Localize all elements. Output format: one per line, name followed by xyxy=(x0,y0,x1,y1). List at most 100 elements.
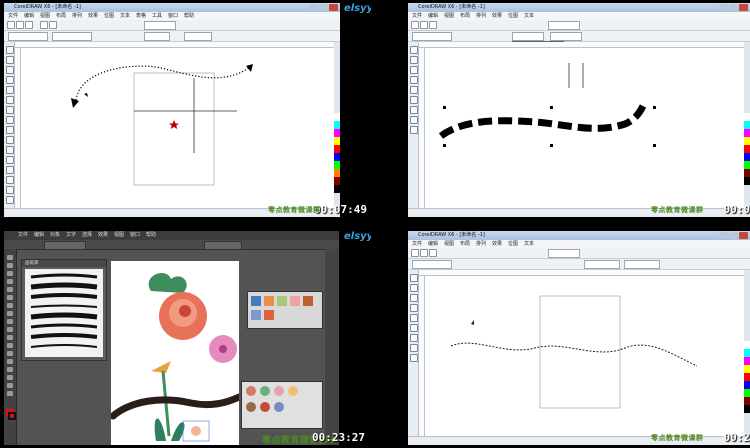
menu-effect[interactable]: 效果 xyxy=(98,231,108,240)
swatch-red[interactable] xyxy=(744,145,750,153)
save-icon[interactable] xyxy=(25,21,33,29)
swatch-red[interactable] xyxy=(744,373,750,381)
eyedropper-tool-icon[interactable] xyxy=(7,375,13,380)
minimize-icon[interactable] xyxy=(309,4,318,11)
menu-object[interactable]: 对象 xyxy=(50,231,60,240)
swatch-black[interactable] xyxy=(744,177,750,185)
brush-list[interactable] xyxy=(25,269,103,357)
artboard[interactable] xyxy=(109,261,243,445)
menu-help[interactable]: 帮助 xyxy=(184,12,194,20)
menu-bitmaps[interactable]: 位图 xyxy=(508,12,518,20)
shape-tool-icon[interactable] xyxy=(6,56,14,64)
swatch-magenta[interactable] xyxy=(744,129,750,137)
polygon-tool-icon[interactable] xyxy=(6,126,14,134)
fill-tool-icon[interactable] xyxy=(410,126,418,134)
paintbrush-tool-icon[interactable] xyxy=(7,311,13,316)
swatch-white[interactable] xyxy=(744,113,750,121)
connector-tool-icon[interactable] xyxy=(6,156,14,164)
line-style-field[interactable] xyxy=(184,32,212,41)
selection-handle[interactable] xyxy=(653,144,656,147)
selection-tool-icon[interactable] xyxy=(7,255,13,260)
close-icon[interactable] xyxy=(329,4,338,11)
outline-width-field[interactable] xyxy=(144,32,170,41)
menu-select[interactable]: 选择 xyxy=(82,231,92,240)
swatch-icon[interactable] xyxy=(277,296,287,306)
menu-window[interactable]: 窗口 xyxy=(168,12,178,20)
fill-tool-icon[interactable] xyxy=(6,196,14,204)
menu-edit[interactable]: 编辑 xyxy=(24,12,34,20)
swatch-icon[interactable] xyxy=(264,296,274,306)
ellipse-tool-icon[interactable] xyxy=(410,106,418,114)
swatch-yellow[interactable] xyxy=(744,137,750,145)
drawing-canvas[interactable] xyxy=(21,48,334,209)
menu-file[interactable]: 文件 xyxy=(412,240,422,248)
symbol-icon[interactable] xyxy=(288,386,298,396)
selection-handle[interactable] xyxy=(653,106,656,109)
open-icon[interactable] xyxy=(420,21,428,29)
brush-stroke[interactable] xyxy=(30,282,98,290)
brush-stroke[interactable] xyxy=(30,304,98,308)
hand-tool-icon[interactable] xyxy=(7,383,13,388)
position-field[interactable] xyxy=(8,32,48,41)
outline-width-field[interactable] xyxy=(550,32,582,41)
blob-brush-tool-icon[interactable] xyxy=(7,327,13,332)
swatch-icon[interactable] xyxy=(290,296,300,306)
zoom-tool-icon[interactable] xyxy=(410,76,418,84)
freehand-tool-icon[interactable] xyxy=(6,86,14,94)
freehand-tool-icon[interactable] xyxy=(410,314,418,322)
menu-file[interactable]: 文件 xyxy=(18,231,28,240)
swatch-yellow[interactable] xyxy=(744,365,750,373)
gradient-tool-icon[interactable] xyxy=(7,367,13,372)
swatch-magenta[interactable] xyxy=(744,357,750,365)
swatch-white[interactable] xyxy=(334,113,340,121)
brush-stroke-art[interactable] xyxy=(109,393,243,420)
swatch-blue[interactable] xyxy=(744,153,750,161)
symbol-icon[interactable] xyxy=(274,402,284,412)
selection-handle[interactable] xyxy=(443,106,446,109)
width-tool-icon[interactable] xyxy=(7,359,13,364)
type-tool-icon[interactable] xyxy=(7,287,13,292)
menu-arrange[interactable]: 排列 xyxy=(72,12,82,20)
dotted-curve[interactable] xyxy=(75,65,250,101)
menu-arrange[interactable]: 排列 xyxy=(476,240,486,248)
swatch-magenta[interactable] xyxy=(334,129,340,137)
drawing-canvas[interactable] xyxy=(425,48,744,209)
symbol-icon[interactable] xyxy=(260,402,270,412)
ellipse-tool-icon[interactable] xyxy=(6,116,14,124)
swatch-yellow[interactable] xyxy=(334,137,340,145)
swatch-white[interactable] xyxy=(744,341,750,349)
open-icon[interactable] xyxy=(16,21,24,29)
opacity-field[interactable] xyxy=(204,241,242,250)
crop-tool-icon[interactable] xyxy=(6,66,14,74)
maximize-icon[interactable] xyxy=(729,232,738,239)
save-icon[interactable] xyxy=(429,249,437,257)
brush-stroke[interactable] xyxy=(30,273,98,279)
eraser-tool-icon[interactable] xyxy=(7,335,13,340)
shape-tool-icon[interactable] xyxy=(410,284,418,292)
size-field[interactable] xyxy=(52,32,92,41)
menu-effects[interactable]: 效果 xyxy=(88,12,98,20)
menu-text[interactable]: 文本 xyxy=(120,12,130,20)
menu-bitmaps[interactable]: 位图 xyxy=(104,12,114,20)
drawing-canvas[interactable] xyxy=(425,276,744,437)
blend-tool-icon[interactable] xyxy=(6,166,14,174)
symbol-icon[interactable] xyxy=(246,402,256,412)
close-icon[interactable] xyxy=(739,4,748,11)
menu-type[interactable]: 文字 xyxy=(66,231,76,240)
ellipse-tool-icon[interactable] xyxy=(410,334,418,342)
swatch-blue[interactable] xyxy=(334,153,340,161)
zoom-field[interactable] xyxy=(548,21,580,30)
minimize-icon[interactable] xyxy=(719,4,728,11)
line-tool-icon[interactable] xyxy=(7,295,13,300)
freehand-tool-icon[interactable] xyxy=(410,86,418,94)
direct-selection-tool-icon[interactable] xyxy=(7,263,13,268)
text-tool-icon[interactable] xyxy=(410,344,418,352)
rectangle-tool-icon[interactable] xyxy=(6,106,14,114)
save-icon[interactable] xyxy=(429,21,437,29)
swatch-cyan[interactable] xyxy=(744,349,750,357)
rectangle-tool-icon[interactable] xyxy=(410,324,418,332)
redo-icon[interactable] xyxy=(49,21,57,29)
crop-tool-icon[interactable] xyxy=(410,294,418,302)
stroke-field[interactable] xyxy=(44,241,86,250)
close-icon[interactable] xyxy=(739,232,748,239)
